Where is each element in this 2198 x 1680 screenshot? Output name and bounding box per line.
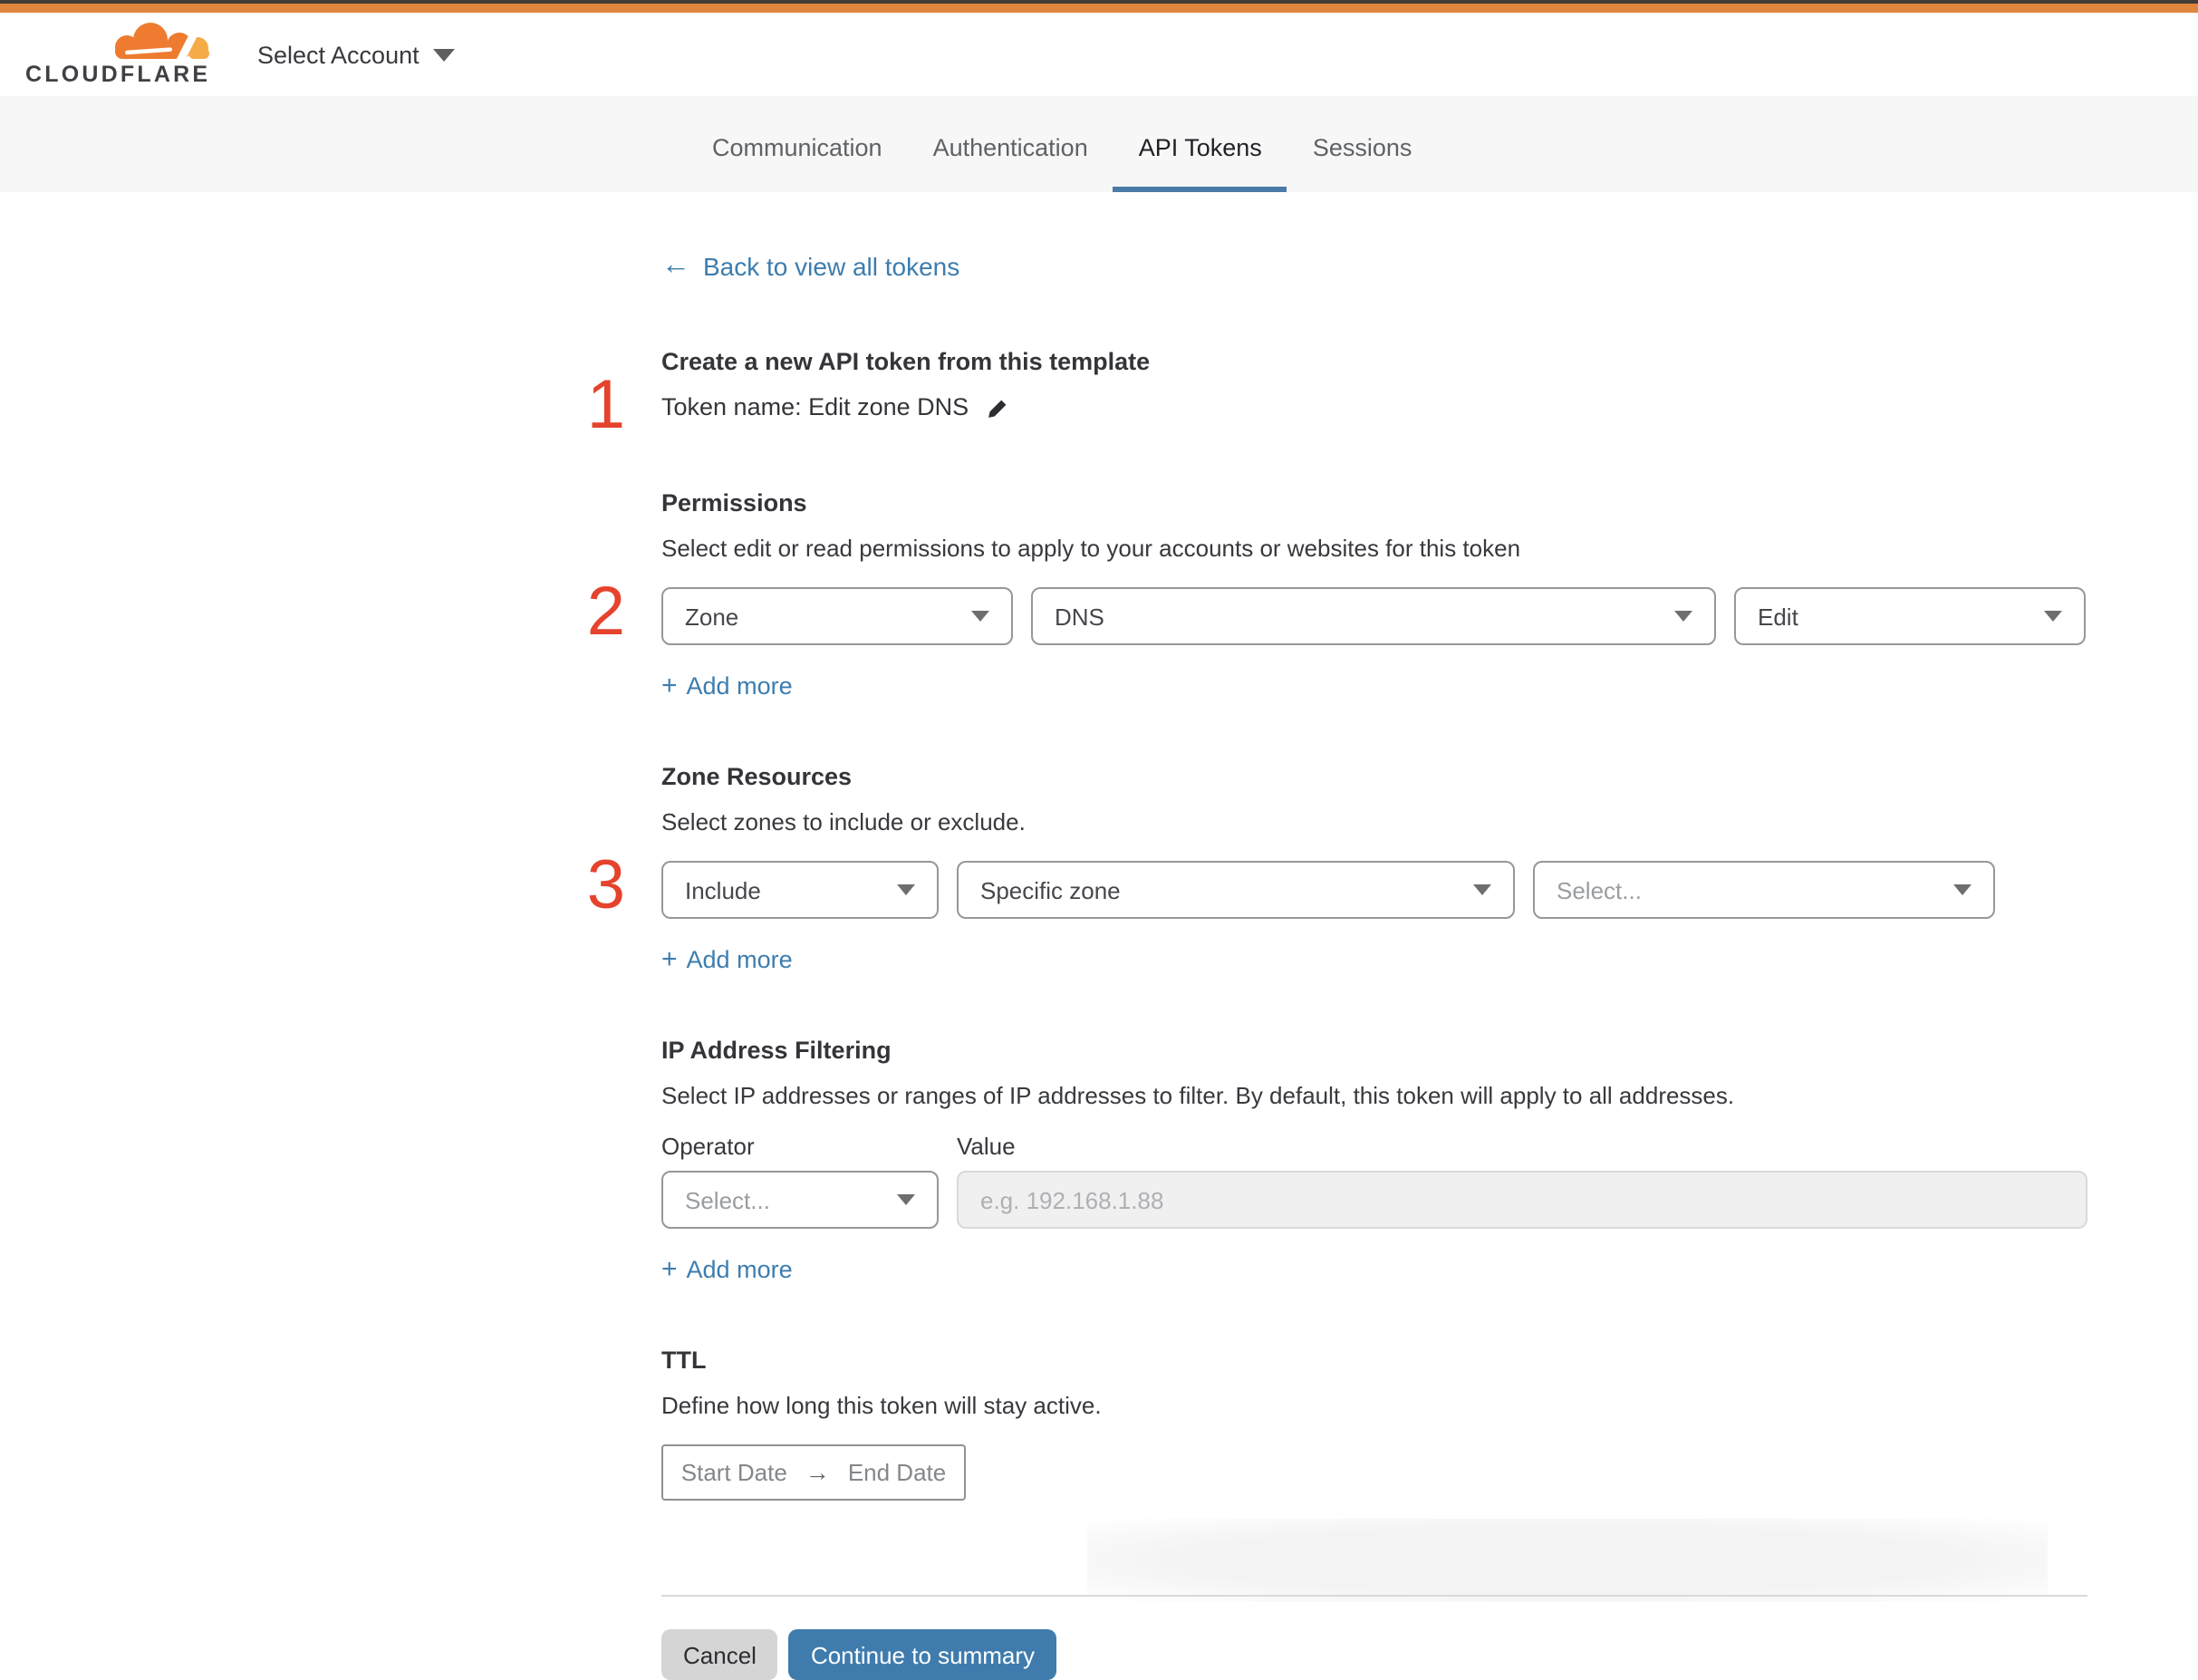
- footer-actions: Cancel Continue to summary: [661, 1629, 2087, 1680]
- arrow-right-icon: →: [805, 1459, 830, 1486]
- step-number-3: 3: [586, 848, 625, 924]
- ip-filtering-controls: Select...: [661, 1171, 2087, 1229]
- add-more-label: Add more: [686, 946, 793, 973]
- select-placeholder: Select...: [685, 1186, 770, 1213]
- footer-divider: [661, 1595, 2087, 1597]
- ip-filtering-labels: Operator Value: [661, 1133, 2087, 1160]
- account-selector-label: Select Account: [257, 41, 419, 68]
- tab-communication[interactable]: Communication: [687, 96, 908, 192]
- permission-scope-select[interactable]: Zone: [661, 587, 1013, 645]
- zone-resources-heading: Zone Resources: [661, 763, 853, 790]
- zone-picker-select[interactable]: Select...: [1533, 861, 1995, 919]
- select-value: Include: [685, 876, 761, 903]
- permission-resource-select[interactable]: DNS: [1031, 587, 1716, 645]
- select-value: Specific zone: [980, 876, 1121, 903]
- cloudflare-cloud-icon: [115, 23, 209, 63]
- select-value: DNS: [1055, 603, 1104, 630]
- ip-value-input[interactable]: [957, 1171, 2087, 1229]
- chevron-down-icon: [971, 611, 989, 622]
- zone-resources-section: 3 Zone Resources Select zones to include…: [587, 759, 2087, 977]
- ttl-date-range-picker[interactable]: Start Date → End Date: [661, 1444, 966, 1501]
- back-arrow-icon: ←: [661, 250, 690, 281]
- token-name-text: Token name: Edit zone DNS: [661, 393, 969, 420]
- app-header: CLOUDFLARE Select Account: [0, 13, 2198, 96]
- plus-icon: +: [661, 944, 678, 975]
- tab-api-tokens[interactable]: API Tokens: [1113, 96, 1287, 192]
- ttl-heading: TTL: [661, 1347, 707, 1374]
- tab-label: Sessions: [1312, 133, 1412, 160]
- tab-bar: Communication Authentication API Tokens …: [0, 96, 2198, 192]
- permissions-section: 2 Permissions Select edit or read permis…: [587, 486, 2087, 703]
- select-value: Edit: [1758, 603, 1798, 630]
- select-value: Zone: [685, 603, 739, 630]
- continue-button[interactable]: Continue to summary: [788, 1629, 1057, 1680]
- add-more-label: Add more: [686, 672, 793, 700]
- tab-authentication[interactable]: Authentication: [908, 96, 1113, 192]
- cloudflare-wordmark: CLOUDFLARE: [25, 62, 211, 88]
- zone-resources-add-more-link[interactable]: + Add more: [661, 946, 793, 973]
- back-link-label: Back to view all tokens: [703, 252, 960, 281]
- back-link[interactable]: ← Back to view all tokens: [661, 250, 960, 281]
- chevron-down-icon: [433, 48, 456, 61]
- permissions-subtitle: Select edit or read permissions to apply…: [661, 535, 1521, 562]
- ip-filtering-heading: IP Address Filtering: [661, 1037, 892, 1064]
- tab-sessions[interactable]: Sessions: [1287, 96, 1438, 192]
- end-date-placeholder: End Date: [847, 1459, 947, 1486]
- zone-type-select[interactable]: Specific zone: [957, 861, 1515, 919]
- value-label: Value: [957, 1133, 1016, 1160]
- token-name-line: Token name: Edit zone DNS: [661, 390, 2087, 426]
- permission-access-select[interactable]: Edit: [1734, 587, 2086, 645]
- main-content: ← Back to view all tokens 1 Create a new…: [587, 192, 2087, 1680]
- operator-label: Operator: [661, 1133, 755, 1160]
- ip-filtering-add-more-link[interactable]: + Add more: [661, 1256, 793, 1283]
- start-date-placeholder: Start Date: [680, 1459, 787, 1486]
- zone-resources-select-row: Include Specific zone Select...: [661, 861, 2087, 919]
- step-number-1: 1: [586, 368, 625, 444]
- token-name-section: 1 Create a new API token from this templ…: [587, 344, 2087, 440]
- ip-filtering-subtitle: Select IP addresses or ranges of IP addr…: [661, 1082, 1735, 1109]
- permissions-select-row: Zone DNS Edit: [661, 587, 2087, 645]
- page-title: Create a new API token from this templat…: [661, 348, 1151, 375]
- tab-label: Communication: [712, 133, 882, 160]
- page: CLOUDFLARE Select Account Communication …: [0, 0, 2198, 1680]
- plus-icon: +: [661, 671, 678, 701]
- zone-include-select[interactable]: Include: [661, 861, 939, 919]
- account-selector[interactable]: Select Account: [257, 41, 456, 68]
- edit-pencil-icon[interactable]: [985, 396, 1008, 420]
- step-number-2: 2: [586, 574, 625, 651]
- ttl-section: TTL Define how long this token will stay…: [661, 1343, 2087, 1501]
- brand-accent-bar: [0, 0, 2198, 13]
- cloudflare-logo[interactable]: CLOUDFLARE: [25, 23, 214, 87]
- tab-label: API Tokens: [1138, 133, 1262, 160]
- zone-resources-subtitle: Select zones to include or exclude.: [661, 808, 1026, 835]
- permissions-add-more-link[interactable]: + Add more: [661, 672, 793, 700]
- add-more-label: Add more: [686, 1256, 793, 1283]
- chevron-down-icon: [1953, 884, 1971, 895]
- ttl-subtitle: Define how long this token will stay act…: [661, 1392, 1102, 1419]
- ip-filtering-section: IP Address Filtering Select IP addresses…: [661, 1033, 2087, 1287]
- permissions-heading: Permissions: [661, 489, 807, 517]
- chevron-down-icon: [1473, 884, 1491, 895]
- plus-icon: +: [661, 1254, 678, 1285]
- ip-operator-select[interactable]: Select...: [661, 1171, 939, 1229]
- cancel-button[interactable]: Cancel: [661, 1629, 778, 1680]
- chevron-down-icon: [897, 884, 915, 895]
- chevron-down-icon: [1674, 611, 1692, 622]
- select-placeholder: Select...: [1557, 876, 1642, 903]
- tab-label: Authentication: [932, 133, 1088, 160]
- chevron-down-icon: [897, 1194, 915, 1205]
- chevron-down-icon: [2044, 611, 2062, 622]
